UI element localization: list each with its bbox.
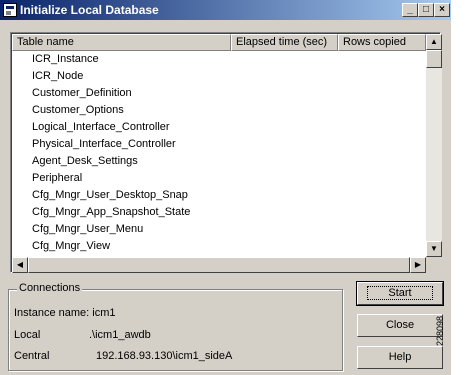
table-row[interactable]: Peripheral bbox=[12, 170, 426, 187]
column-header-rows-copied[interactable]: Rows copied bbox=[338, 34, 426, 51]
figure-id-text: 228098 bbox=[435, 315, 446, 347]
instance-name-label: Instance name: icm1 bbox=[14, 307, 116, 319]
close-window-button[interactable]: × bbox=[434, 3, 450, 17]
table-row[interactable]: Cfg_Mngr_User_Desktop_Snap bbox=[12, 187, 426, 204]
start-button-label: Start bbox=[367, 286, 433, 300]
table-row[interactable]: Cfg_Mngr_View bbox=[12, 238, 426, 255]
figure-id: 228098 bbox=[435, 300, 465, 370]
help-button[interactable]: Help bbox=[357, 346, 443, 369]
minimize-button[interactable]: _ bbox=[402, 3, 418, 17]
table-row[interactable]: Customer_Options bbox=[12, 102, 426, 119]
column-header-elapsed-time[interactable]: Elapsed time (sec) bbox=[231, 34, 338, 51]
table-row[interactable]: Cfg_Mngr_User_Menu bbox=[12, 221, 426, 238]
table-list[interactable]: Table name Elapsed time (sec) Rows copie… bbox=[10, 32, 442, 273]
app-icon[interactable] bbox=[3, 3, 17, 17]
table-rows: ICR_Instance ICR_Node Customer_Definitio… bbox=[12, 51, 426, 257]
start-button[interactable]: Start bbox=[356, 281, 444, 306]
local-label: Local bbox=[14, 329, 41, 341]
connections-title: Connections bbox=[17, 282, 83, 294]
vertical-scroll-thumb[interactable] bbox=[426, 50, 442, 68]
window-title: Initialize Local Database bbox=[20, 3, 159, 17]
scroll-right-icon[interactable]: ▶ bbox=[410, 257, 426, 273]
dialog-window: Initialize Local Database _ □ × Table na… bbox=[0, 0, 451, 375]
scroll-up-icon[interactable]: ▲ bbox=[426, 34, 442, 50]
horizontal-scroll-thumb[interactable] bbox=[28, 257, 410, 273]
horizontal-scrollbar[interactable]: ◀ ▶ bbox=[12, 257, 426, 273]
connections-group: Connections Instance name: icm1 Local .\… bbox=[8, 282, 343, 371]
table-row[interactable]: Physical_Interface_Controller bbox=[12, 136, 426, 153]
central-label: Central bbox=[14, 350, 50, 362]
title-bar[interactable]: Initialize Local Database _ □ × bbox=[0, 0, 451, 20]
table-row[interactable]: Logical_Interface_Controller bbox=[12, 119, 426, 136]
table-row[interactable]: Cfg_Mngr_App_Snapshot_State bbox=[12, 204, 426, 221]
table-row[interactable]: Customer_Definition bbox=[12, 85, 426, 102]
scroll-down-icon[interactable]: ▼ bbox=[426, 241, 442, 257]
central-value: 192.168.93.130\icm1_sideA bbox=[96, 350, 233, 362]
scroll-corner bbox=[426, 257, 442, 273]
table-row[interactable]: Agent_Desk_Settings bbox=[12, 153, 426, 170]
scroll-left-icon[interactable]: ◀ bbox=[12, 257, 28, 273]
close-button[interactable]: Close bbox=[357, 314, 443, 337]
vertical-scrollbar[interactable]: ▲ ▼ bbox=[426, 34, 442, 257]
table-row[interactable]: ICR_Instance bbox=[12, 51, 426, 68]
local-value: .\icm1_awdb bbox=[89, 329, 151, 341]
maximize-button[interactable]: □ bbox=[418, 3, 434, 17]
table-row[interactable]: ICR_Node bbox=[12, 68, 426, 85]
column-header-table-name[interactable]: Table name bbox=[12, 34, 231, 51]
table-header: Table name Elapsed time (sec) Rows copie… bbox=[12, 34, 426, 51]
